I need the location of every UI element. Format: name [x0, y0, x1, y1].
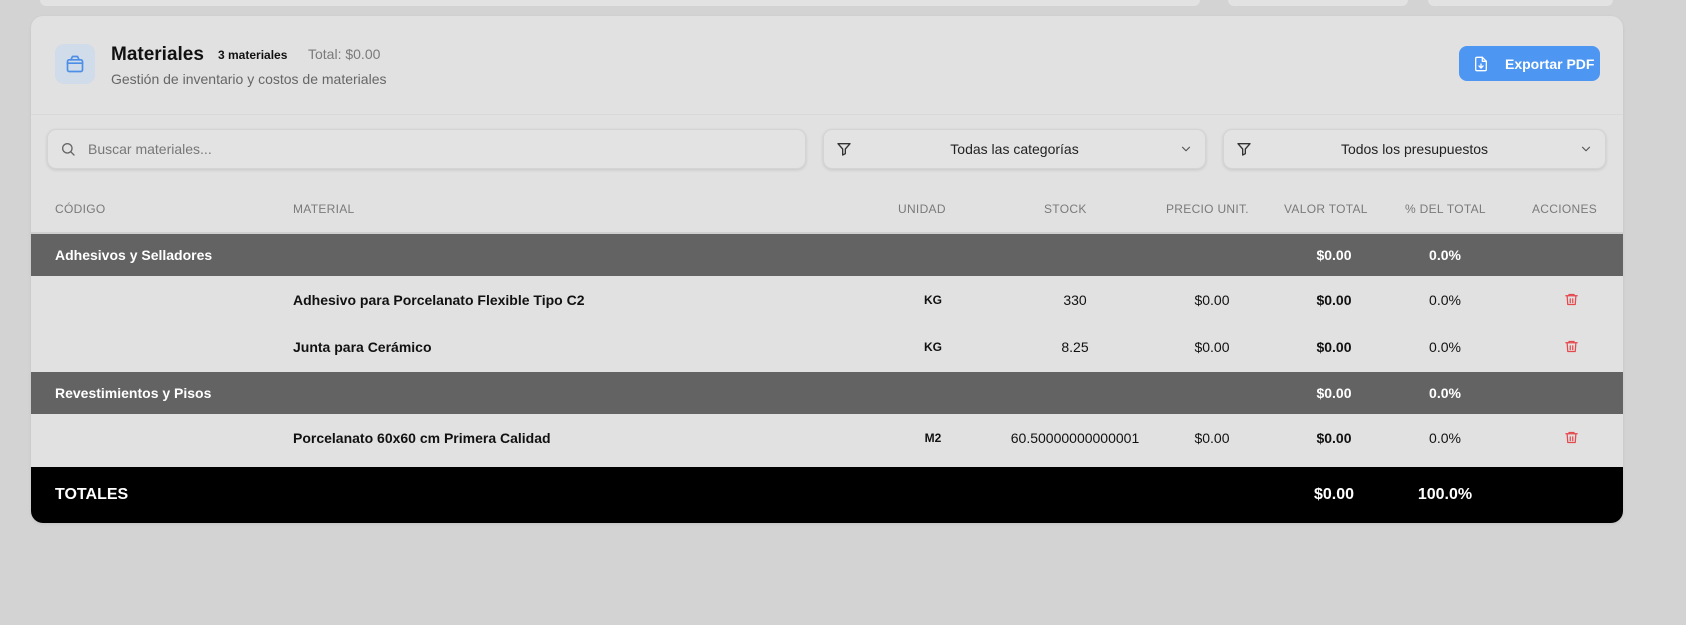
materials-card: Materiales 3 materiales Total: $0.00 Ges… — [31, 16, 1623, 523]
unit-cell: M2 — [924, 430, 942, 445]
table-row[interactable]: Junta para Cerámico KG 8.25 $0.00 $0.00 … — [31, 323, 1623, 370]
category-group-row: Revestimientos y Pisos $0.00 0.0% — [31, 372, 1623, 414]
chevron-down-icon — [1581, 146, 1591, 152]
column-header-material[interactable]: MATERIAL — [293, 202, 355, 216]
page-subtitle: Gestión de inventario y costos de materi… — [111, 71, 387, 87]
file-download-icon — [1475, 56, 1487, 71]
total-summary: Total: $0.00 — [308, 46, 381, 62]
table-row[interactable]: Adhesivo para Porcelanato Flexible Tipo … — [31, 276, 1623, 323]
background-panel-edge — [40, 0, 1200, 6]
material-name: Adhesivo para Porcelanato Flexible Tipo … — [293, 291, 585, 308]
stock-cell: 60.50000000000001 — [1010, 429, 1140, 446]
trash-icon — [1564, 431, 1578, 444]
column-header-stock[interactable]: STOCK — [1044, 202, 1087, 216]
card-header: Materiales 3 materiales Total: $0.00 Ges… — [31, 16, 1623, 115]
category-group-row: Adhesivos y Selladores $0.00 0.0% — [31, 234, 1623, 276]
material-name: Junta para Cerámico — [293, 338, 432, 355]
trash-icon — [1564, 340, 1578, 353]
stock-cell: 8.25 — [1061, 338, 1089, 355]
unit-price-cell: $0.00 — [1194, 338, 1230, 355]
column-header-percent[interactable]: % DEL TOTAL — [1405, 202, 1486, 216]
column-header-unit[interactable]: UNIDAD — [898, 202, 946, 216]
totals-row: TOTALES $0.00 100.0% — [31, 467, 1623, 523]
search-icon — [61, 143, 75, 156]
package-icon — [55, 44, 95, 84]
search-input[interactable]: Buscar materiales... — [47, 129, 806, 169]
budget-select-value: Todos los presupuestos — [1340, 141, 1489, 157]
page-title: Materiales — [111, 44, 204, 65]
category-select-value: Todas las categorías — [950, 141, 1079, 157]
percent-cell: 0.0% — [1429, 338, 1461, 355]
totals-label: TOTALES — [55, 486, 129, 503]
total-value-cell: $0.00 — [1316, 429, 1352, 446]
category-select[interactable]: Todas las categorías — [823, 129, 1206, 169]
percent-cell: 0.0% — [1429, 291, 1461, 308]
category-percent: 0.0% — [1429, 385, 1461, 401]
total-value-cell: $0.00 — [1316, 291, 1352, 308]
category-name: Adhesivos y Selladores — [55, 247, 213, 263]
export-pdf-label: Exportar PDF — [1505, 55, 1595, 72]
category-value-total: $0.00 — [1316, 247, 1352, 263]
totals-value: $0.00 — [1313, 486, 1355, 503]
stock-cell: 330 — [1063, 291, 1087, 308]
column-header-total-value[interactable]: VALOR TOTAL — [1284, 202, 1368, 216]
column-header-actions: ACCIONES — [1532, 202, 1598, 216]
delete-button[interactable] — [1541, 323, 1601, 370]
totals-percent: 100.0% — [1417, 486, 1473, 503]
search-placeholder: Buscar materiales... — [88, 141, 212, 157]
total-value-cell: $0.00 — [1316, 338, 1352, 355]
unit-cell: KG — [924, 292, 942, 307]
chevron-down-icon — [1181, 146, 1191, 152]
percent-cell: 0.0% — [1429, 429, 1461, 446]
export-pdf-button[interactable]: Exportar PDF — [1459, 46, 1600, 81]
unit-price-cell: $0.00 — [1194, 291, 1230, 308]
delete-button[interactable] — [1541, 414, 1601, 461]
background-panel-edge — [1228, 0, 1408, 6]
budget-select[interactable]: Todos los presupuestos — [1223, 129, 1606, 169]
delete-button[interactable] — [1541, 276, 1601, 323]
category-percent: 0.0% — [1429, 247, 1461, 263]
column-header-code[interactable]: CÓDIGO — [55, 202, 105, 216]
category-name: Revestimientos y Pisos — [55, 385, 212, 401]
column-header-unit-price[interactable]: PRECIO UNIT. — [1166, 202, 1249, 216]
table-row[interactable]: Porcelanato 60x60 cm Primera Calidad M2 … — [31, 414, 1623, 461]
materials-count-badge: 3 materiales — [218, 48, 288, 62]
trash-icon — [1564, 293, 1578, 306]
material-name: Porcelanato 60x60 cm Primera Calidad — [293, 429, 551, 446]
unit-cell: KG — [924, 339, 942, 354]
unit-price-cell: $0.00 — [1194, 429, 1230, 446]
background-panel-edge — [1428, 0, 1613, 6]
category-value-total: $0.00 — [1316, 385, 1352, 401]
